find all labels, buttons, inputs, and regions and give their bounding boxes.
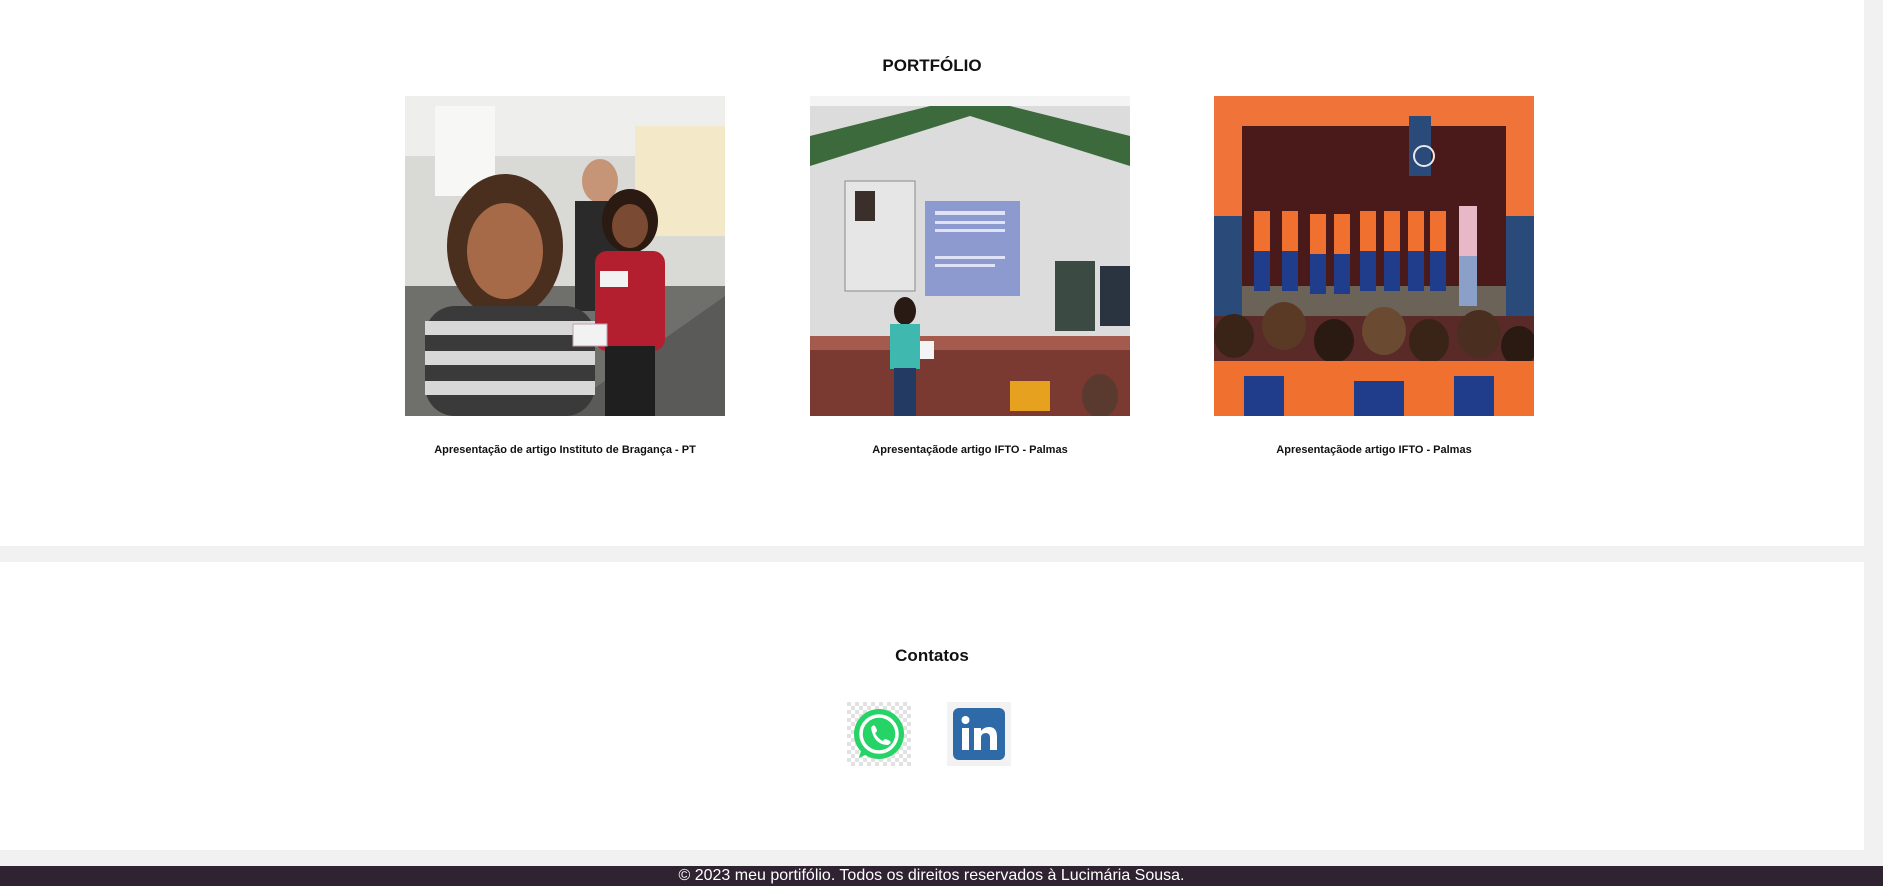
portfolio-card[interactable]: Apresentaçãode artigo IFTO - Palmas	[810, 96, 1130, 456]
whatsapp-icon	[847, 702, 911, 766]
linkedin-link[interactable]	[947, 702, 1011, 766]
footer-copyright: © 2023 meu portifólio. Todos os direitos…	[678, 867, 1185, 884]
portfolio-card[interactable]: Apresentaçãode artigo IFTO - Palmas	[1214, 96, 1534, 456]
portfolio-card[interactable]: Apresentação de artigo Instituto de Brag…	[405, 96, 725, 456]
selfie-photo[interactable]	[405, 96, 725, 416]
contacts-section: Contatos	[0, 562, 1864, 850]
students-stage-photo[interactable]	[1214, 96, 1534, 416]
portfolio-title: PORTFÓLIO	[882, 56, 982, 75]
contacts-title: Contatos	[895, 646, 969, 665]
page-footer: © 2023 meu portifólio. Todos os direitos…	[0, 866, 1883, 886]
portfolio-caption: Apresentaçãode artigo IFTO - Palmas	[872, 444, 1068, 456]
portfolio-section: PORTFÓLIO Apresentação de artigo Institu…	[0, 0, 1864, 546]
linkedin-icon	[947, 702, 1011, 766]
scrollbar[interactable]	[1864, 0, 1883, 886]
presentation-photo[interactable]	[810, 96, 1130, 416]
portfolio-caption: Apresentação de artigo Instituto de Brag…	[434, 444, 696, 456]
whatsapp-link[interactable]	[847, 702, 911, 766]
portfolio-caption: Apresentaçãode artigo IFTO - Palmas	[1276, 444, 1472, 456]
